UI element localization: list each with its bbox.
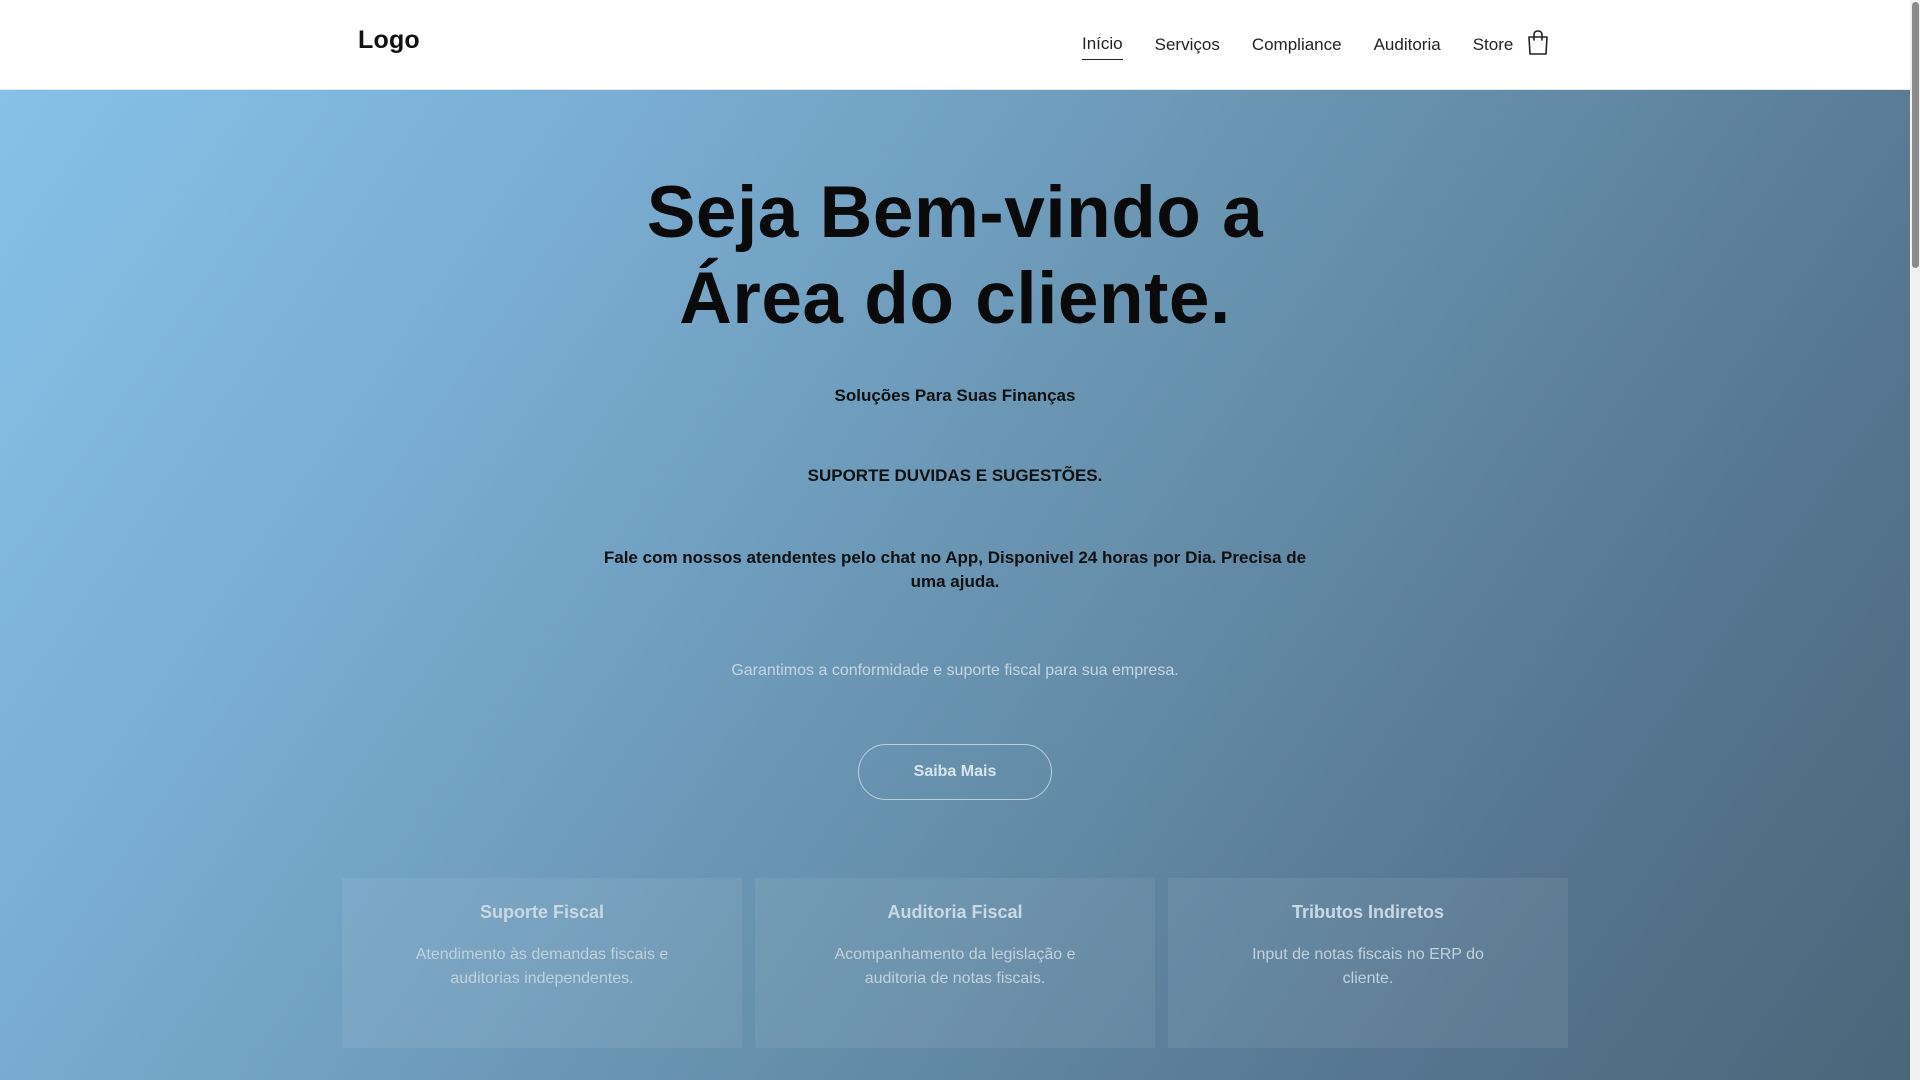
service-card[interactable]: Auditoria Fiscal Acompanhamento da legis… [755, 878, 1155, 1048]
card-text: Acompanhamento da legislação e auditoria… [834, 946, 1076, 987]
nav-item-servicos[interactable]: Serviços [1155, 33, 1220, 60]
hero-title-line-1: Seja Bem-vindo a [646, 172, 1264, 253]
hero-tagline: Garantimos a conformidade e suporte fisc… [731, 662, 1179, 679]
shopping-bag-icon[interactable] [1526, 30, 1550, 56]
card-text: Atendimento às demandas fiscais e audito… [415, 946, 669, 987]
logo[interactable]: Logo [358, 26, 420, 55]
service-card[interactable]: Suporte Fiscal Atendimento às demandas f… [342, 878, 742, 1048]
saiba-mais-button[interactable]: Saiba Mais [858, 744, 1052, 800]
nav-item-inicio[interactable]: Início [1082, 32, 1123, 60]
support-heading: SUPORTE DUVIDAS E SUGESTÕES. [807, 466, 1103, 485]
card-title: Suporte Fiscal [479, 902, 605, 922]
service-card[interactable]: Tributos Indiretos Input de notas fiscai… [1168, 878, 1568, 1048]
hero-title: Seja Bem-vindo a Área do cliente. [0, 170, 1910, 342]
nav-item-compliance[interactable]: Compliance [1252, 33, 1342, 60]
site-header: Logo Início Serviços Compliance Auditori… [0, 0, 1910, 90]
support-description: Fale com nossos atendentes pelo chat no … [603, 548, 1307, 591]
card-title: Tributos Indiretos [1291, 902, 1444, 922]
nav-item-store[interactable]: Store [1473, 33, 1514, 60]
scrollbar-thumb[interactable] [1912, 2, 1919, 268]
nav-item-auditoria[interactable]: Auditoria [1374, 33, 1441, 60]
hero-section: Seja Bem-vindo a Área do cliente. Soluçõ… [0, 90, 1910, 1080]
card-title: Auditoria Fiscal [887, 902, 1023, 922]
service-cards: Suporte Fiscal Atendimento às demandas f… [342, 878, 1568, 1048]
card-text: Input de notas fiscais no ERP do cliente… [1252, 946, 1484, 987]
hero-subtitle: Soluções Para Suas Finanças [834, 386, 1076, 405]
main-nav: Início Serviços Compliance Auditoria Sto… [1082, 32, 1545, 60]
hero-title-line-2: Área do cliente. [679, 258, 1231, 339]
